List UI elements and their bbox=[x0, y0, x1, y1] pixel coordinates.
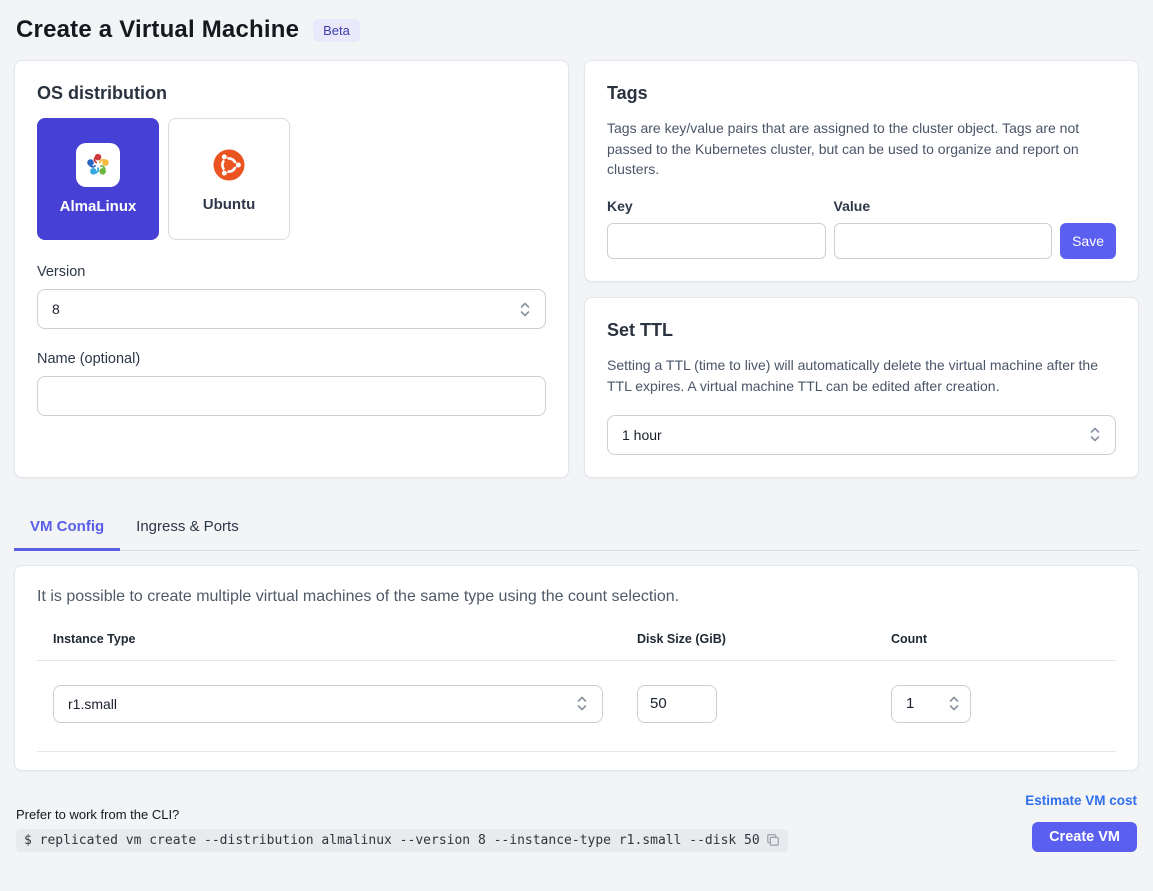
chevron-updown-icon bbox=[519, 301, 531, 318]
beta-badge: Beta bbox=[313, 19, 360, 42]
tag-key-input[interactable] bbox=[607, 223, 826, 259]
cli-block: Prefer to work from the CLI? $ replicate… bbox=[16, 807, 788, 852]
page-title: Create a Virtual Machine bbox=[16, 16, 299, 44]
right-column: Tags Tags are key/value pairs that are a… bbox=[584, 60, 1139, 478]
cli-command-bar: $ replicated vm create --distribution al… bbox=[16, 829, 788, 852]
column-header-disk-size: Disk Size (GiB) bbox=[637, 632, 891, 646]
tab-ingress-ports[interactable]: Ingress & Ports bbox=[120, 505, 255, 551]
cli-command: $ replicated vm create --distribution al… bbox=[24, 833, 760, 848]
cli-prompt: Prefer to work from the CLI? bbox=[16, 807, 788, 822]
vm-config-note: It is possible to create multiple virtua… bbox=[37, 588, 1116, 606]
version-label: Version bbox=[37, 264, 546, 280]
tags-form: Key Value Save bbox=[607, 198, 1116, 259]
name-input[interactable] bbox=[37, 376, 546, 416]
os-tile-row: AlmaLinux bbox=[37, 118, 546, 240]
vm-table: Instance Type Disk Size (GiB) Count r1.s… bbox=[37, 632, 1116, 752]
instance-type-value: r1.small bbox=[68, 696, 117, 712]
os-tile-label: Ubuntu bbox=[203, 196, 255, 213]
footer-actions: Estimate VM cost Create VM bbox=[1025, 793, 1137, 852]
count-input[interactable] bbox=[906, 695, 936, 712]
estimate-vm-cost-link[interactable]: Estimate VM cost bbox=[1025, 793, 1137, 808]
count-cell bbox=[891, 685, 1100, 723]
tag-value-col: Value bbox=[834, 198, 1053, 259]
tags-card-title: Tags bbox=[607, 83, 1116, 104]
tag-key-label: Key bbox=[607, 198, 826, 214]
os-distribution-card: OS distribution AlmaLinux bbox=[14, 60, 569, 478]
vm-table-row: r1.small bbox=[37, 661, 1116, 752]
tag-value-input[interactable] bbox=[834, 223, 1053, 259]
ttl-select[interactable]: 1 hour bbox=[607, 415, 1116, 455]
disk-size-cell bbox=[637, 685, 891, 723]
column-header-instance-type: Instance Type bbox=[53, 632, 637, 646]
ttl-card-title: Set TTL bbox=[607, 320, 1116, 341]
copy-icon[interactable] bbox=[766, 833, 780, 847]
version-select[interactable]: 8 bbox=[37, 289, 546, 329]
os-card-title: OS distribution bbox=[37, 83, 546, 104]
page-header: Create a Virtual Machine Beta bbox=[14, 14, 1139, 60]
instance-type-cell: r1.small bbox=[53, 685, 637, 723]
stepper-chevrons-icon[interactable] bbox=[948, 695, 960, 712]
column-header-count: Count bbox=[891, 632, 1100, 646]
ttl-card-description: Setting a TTL (time to live) will automa… bbox=[607, 355, 1116, 396]
vm-config-card: It is possible to create multiple virtua… bbox=[14, 565, 1139, 771]
vm-table-header: Instance Type Disk Size (GiB) Count bbox=[37, 632, 1116, 661]
save-tag-button[interactable]: Save bbox=[1060, 223, 1116, 259]
version-select-value: 8 bbox=[52, 301, 60, 317]
tab-bar: VM Config Ingress & Ports bbox=[14, 505, 1139, 551]
name-field: Name (optional) bbox=[37, 351, 546, 416]
os-tile-almalinux[interactable]: AlmaLinux bbox=[37, 118, 159, 240]
footer: Prefer to work from the CLI? $ replicate… bbox=[14, 793, 1139, 852]
ubuntu-logo-icon bbox=[209, 145, 249, 185]
chevron-updown-icon bbox=[576, 695, 588, 712]
tag-value-label: Value bbox=[834, 198, 1053, 214]
top-grid: OS distribution AlmaLinux bbox=[14, 60, 1139, 478]
tab-vm-config[interactable]: VM Config bbox=[14, 505, 120, 551]
version-field: Version 8 bbox=[37, 264, 546, 329]
tag-key-col: Key bbox=[607, 198, 826, 259]
os-tile-ubuntu[interactable]: Ubuntu bbox=[168, 118, 290, 240]
name-label: Name (optional) bbox=[37, 351, 546, 367]
ttl-card: Set TTL Setting a TTL (time to live) wil… bbox=[584, 297, 1139, 477]
disk-size-input[interactable] bbox=[637, 685, 717, 723]
ttl-select-value: 1 hour bbox=[622, 427, 662, 443]
os-tile-label: AlmaLinux bbox=[60, 198, 137, 215]
tags-card: Tags Tags are key/value pairs that are a… bbox=[584, 60, 1139, 282]
chevron-updown-icon bbox=[1089, 426, 1101, 443]
count-stepper[interactable] bbox=[891, 685, 971, 723]
instance-type-select[interactable]: r1.small bbox=[53, 685, 603, 723]
almalinux-logo-icon bbox=[76, 143, 120, 187]
create-vm-button[interactable]: Create VM bbox=[1032, 822, 1137, 852]
tags-card-description: Tags are key/value pairs that are assign… bbox=[607, 118, 1116, 180]
